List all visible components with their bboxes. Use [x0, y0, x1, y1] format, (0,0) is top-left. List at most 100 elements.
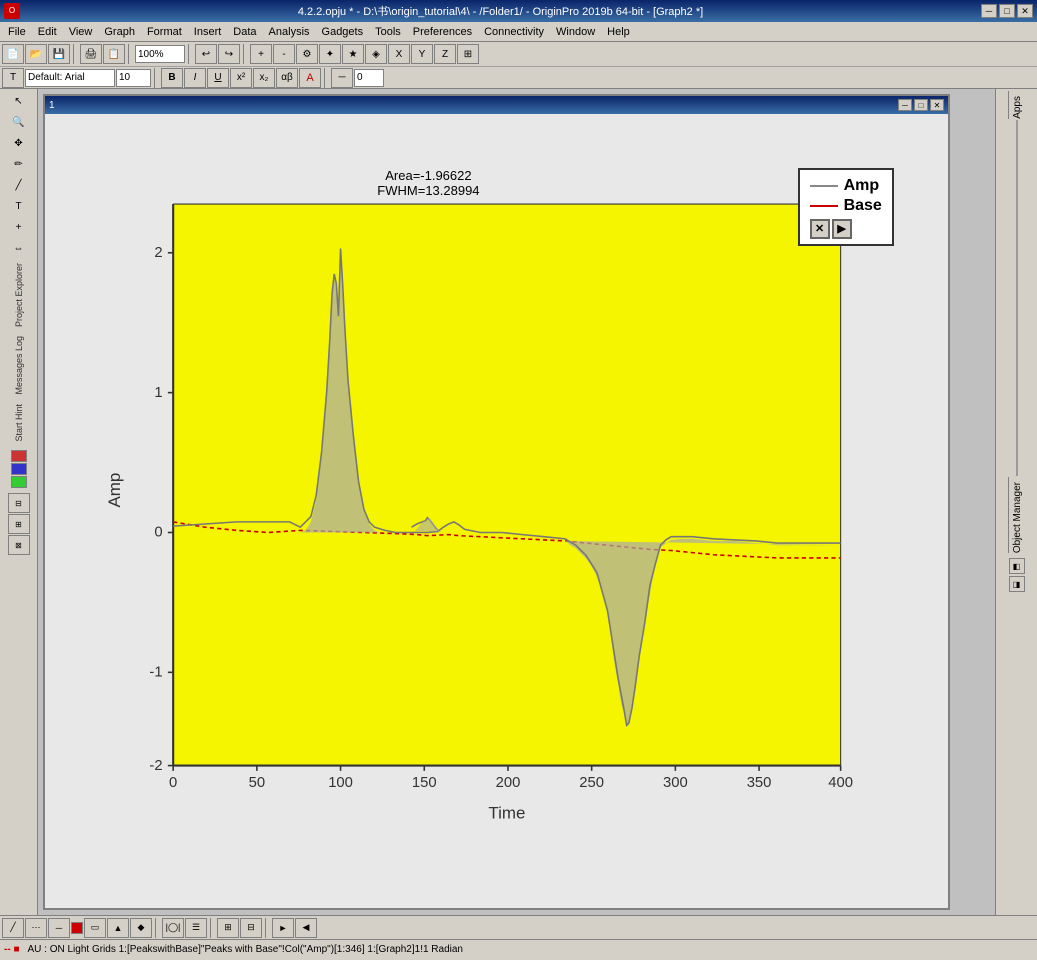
color-swatch-3[interactable] [11, 476, 27, 488]
line-width-input[interactable] [354, 69, 384, 87]
tb-extra-10[interactable]: ⊞ [457, 44, 479, 64]
tb-extra-9[interactable]: Z [434, 44, 456, 64]
bottom-tool-12[interactable]: ► [272, 918, 294, 938]
graph-tool-3[interactable]: ⊠ [8, 535, 30, 555]
toolbar-sep-1 [73, 44, 77, 64]
subscript-button[interactable]: x₂ [253, 68, 275, 88]
bottom-tool-8[interactable]: |◯| [162, 918, 184, 938]
font-size-input[interactable] [116, 69, 151, 87]
tb-extra-3[interactable]: ⚙ [296, 44, 318, 64]
bold-button[interactable]: B [161, 68, 183, 88]
bottom-tool-5[interactable]: ▭ [84, 918, 106, 938]
bottom-toolbar: ╱ ⋯ ─ ▭ ▲ ◆ |◯| ☰ ⊞ ⊟ ► ◀ [0, 915, 1037, 939]
menu-view[interactable]: View [63, 25, 99, 39]
menu-window[interactable]: Window [550, 25, 601, 39]
y-label-neg1: -1 [150, 664, 163, 680]
right-tool-2[interactable]: ◨ [1009, 576, 1025, 592]
minimize-button[interactable]: ─ [981, 4, 997, 18]
bottom-tool-1[interactable]: ╱ [2, 918, 24, 938]
redo-button[interactable]: ↪ [218, 44, 240, 64]
tool-line[interactable]: ╱ [5, 175, 33, 195]
x-label-250: 250 [579, 774, 604, 790]
plot-container: Area=-1.96622 FWHM=13.28994 Amp Base [45, 114, 948, 908]
tool-zoom-in[interactable]: 🔍 [5, 112, 33, 132]
menu-edit[interactable]: Edit [32, 25, 63, 39]
graph-close-button[interactable]: ✕ [930, 99, 944, 111]
menu-connectivity[interactable]: Connectivity [478, 25, 550, 39]
copy-button[interactable]: 📋 [103, 44, 125, 64]
menu-data[interactable]: Data [227, 25, 262, 39]
tool-move[interactable]: ✥ [5, 133, 33, 153]
bottom-tool-6[interactable]: ▲ [107, 918, 129, 938]
x-label-150: 150 [412, 774, 437, 790]
start-hint-label: Start Hint [14, 404, 24, 442]
font-name-input[interactable] [25, 69, 115, 87]
main-area: ↖ 🔍 ✥ ✏ ╱ T + ⇔ Project Explorer Message… [0, 89, 1037, 915]
tb-extra-8[interactable]: Y [411, 44, 433, 64]
superscript-button[interactable]: x² [230, 68, 252, 88]
tool-crosshair[interactable]: + [5, 217, 33, 237]
close-button[interactable]: ✕ [1017, 4, 1033, 18]
graph-tool-1[interactable]: ⊟ [8, 493, 30, 513]
zoom-input[interactable] [135, 45, 185, 63]
new-button[interactable]: 📄 [2, 44, 24, 64]
menu-file[interactable]: File [2, 25, 32, 39]
tool-text[interactable]: T [5, 196, 33, 216]
graph-window-controls: ─ □ ✕ [898, 99, 944, 111]
menu-graph[interactable]: Graph [98, 25, 141, 39]
tb-extra-2[interactable]: - [273, 44, 295, 64]
graph-tool-2[interactable]: ⊞ [8, 514, 30, 534]
menu-gadgets[interactable]: Gadgets [316, 25, 370, 39]
status-indicator: -- ■ [4, 944, 19, 955]
graph-title: 1 [49, 100, 55, 111]
tb-extra-6[interactable]: ◈ [365, 44, 387, 64]
alpha-button[interactable]: αβ [276, 68, 298, 88]
right-tool-1[interactable]: ◧ [1009, 558, 1025, 574]
bottom-tool-11[interactable]: ⊟ [240, 918, 262, 938]
bottom-tool-3[interactable]: ─ [48, 918, 70, 938]
menu-format[interactable]: Format [141, 25, 188, 39]
menu-insert[interactable]: Insert [188, 25, 228, 39]
legend-play-button[interactable]: ▶ [832, 219, 852, 239]
menu-help[interactable]: Help [601, 25, 636, 39]
window-controls: ─ □ ✕ [981, 4, 1033, 18]
x-label-0: 0 [169, 774, 177, 790]
legend-close-button[interactable]: ✕ [810, 219, 830, 239]
graph-restore-button[interactable]: □ [914, 99, 928, 111]
bottom-tool-4[interactable] [71, 922, 83, 934]
legend-box: Amp Base ✕ ▶ [798, 168, 894, 246]
italic-button[interactable]: I [184, 68, 206, 88]
tool-scale[interactable]: ⇔ [5, 238, 33, 258]
tool-draw[interactable]: ✏ [5, 154, 33, 174]
tb-extra-7[interactable]: X [388, 44, 410, 64]
color-swatch-1[interactable] [11, 450, 27, 462]
font-color-button[interactable]: A [299, 68, 321, 88]
x-label-100: 100 [328, 774, 353, 790]
graph-window: 1 ─ □ ✕ Area=-1.96622 FWHM=13.28994 [43, 94, 950, 910]
graph-minimize-button[interactable]: ─ [898, 99, 912, 111]
color-swatch-2[interactable] [11, 463, 27, 475]
bottom-sep-1 [155, 918, 159, 938]
bottom-tool-2[interactable]: ⋯ [25, 918, 47, 938]
undo-button[interactable]: ↩ [195, 44, 217, 64]
menu-analysis[interactable]: Analysis [263, 25, 316, 39]
maximize-button[interactable]: □ [999, 4, 1015, 18]
save-button[interactable]: 💾 [48, 44, 70, 64]
bottom-tool-9[interactable]: ☰ [185, 918, 207, 938]
print-button[interactable]: 🖨 [80, 44, 102, 64]
underline-button[interactable]: U [207, 68, 229, 88]
bottom-tool-10[interactable]: ⊞ [217, 918, 239, 938]
bottom-tool-7[interactable]: ◆ [130, 918, 152, 938]
plot-background [173, 204, 840, 766]
line-style-button[interactable]: ─ [331, 68, 353, 88]
y-label-neg2: -2 [150, 758, 163, 774]
tool-pointer[interactable]: ↖ [5, 91, 33, 111]
bottom-tool-13[interactable]: ◀ [295, 918, 317, 938]
open-button[interactable]: 📂 [25, 44, 47, 64]
plot-inner: Area=-1.96622 FWHM=13.28994 Amp Base [99, 154, 894, 869]
tb-extra-1[interactable]: + [250, 44, 272, 64]
menu-tools[interactable]: Tools [369, 25, 407, 39]
tb-extra-5[interactable]: ★ [342, 44, 364, 64]
menu-preferences[interactable]: Preferences [407, 25, 478, 39]
tb-extra-4[interactable]: ✦ [319, 44, 341, 64]
